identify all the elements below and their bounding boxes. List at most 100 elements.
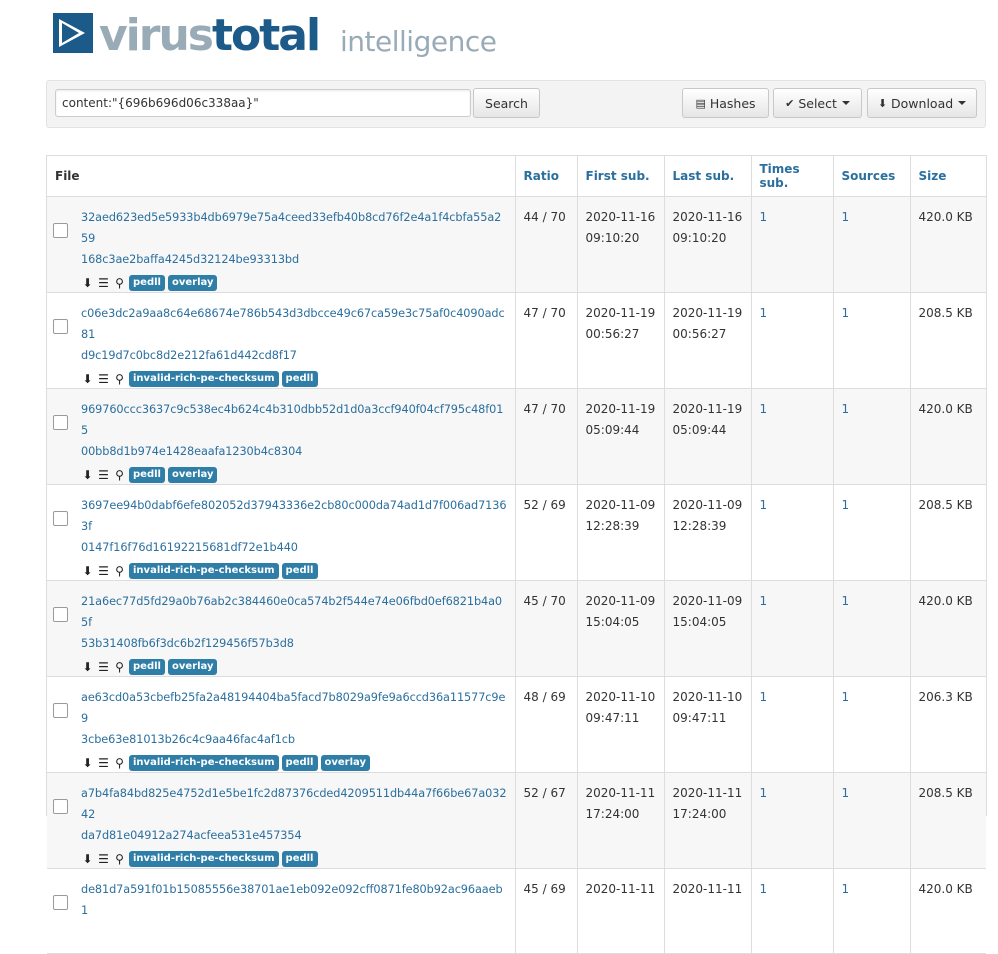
times-sub-link[interactable]: 1: [760, 207, 825, 228]
file-hash-link[interactable]: 3697ee94b0dabf6efe802052d37943336e2cb80c…: [81, 495, 507, 558]
file-size: 420.0 KB: [918, 593, 973, 608]
file-cell: a7b4fa84bd825e4752d1e5be1fc2d87376cded42…: [47, 772, 515, 869]
row-select-checkbox[interactable]: [53, 606, 68, 622]
size-cell: 208.5 KB: [909, 484, 986, 581]
search-icon[interactable]: ⚲: [113, 660, 126, 674]
tag-badge[interactable]: invalid-rich-pe-checksum: [129, 370, 279, 387]
times-sub-link[interactable]: 1: [760, 879, 825, 900]
search-icon[interactable]: ⚲: [113, 276, 126, 290]
file-hash-link[interactable]: ae63cd0a53cbefb25fa2a48194404ba5facd7b80…: [81, 687, 507, 750]
first-sub-cell: 2020-11-09 15:04:05: [576, 580, 664, 677]
file-hash-link[interactable]: de81d7a591f01b15085556e38701ae1eb092e092…: [81, 879, 507, 921]
list-icon[interactable]: ☰: [97, 372, 110, 386]
tag-badge[interactable]: overlay: [167, 466, 218, 483]
times-sub-link[interactable]: 1: [760, 399, 825, 420]
file-hash-link[interactable]: c06e3dc2a9aa8c64e68674e786b543d3dbcce49c…: [81, 303, 507, 366]
times-sub-link[interactable]: 1: [760, 687, 825, 708]
sources-link[interactable]: 1: [842, 591, 902, 612]
times-sub-cell: 1: [750, 868, 833, 954]
times-sub-link[interactable]: 1: [760, 303, 825, 324]
ratio-cell: 47 / 70: [514, 292, 577, 389]
sources-link[interactable]: 1: [842, 495, 902, 516]
search-icon[interactable]: ⚲: [113, 564, 126, 578]
row-select-checkbox[interactable]: [53, 222, 68, 238]
tag-badge[interactable]: pedll: [281, 370, 318, 387]
search-icon[interactable]: ⚲: [113, 756, 126, 770]
last-sub-cell: 2020-11-09 15:04:05: [663, 580, 751, 677]
first-sub-date: 2020-11-09: [585, 497, 656, 512]
file-hash-link[interactable]: 32aed623ed5e5933b4db6979e75a4ceed33efb40…: [81, 207, 507, 270]
search-icon[interactable]: ⚲: [113, 372, 126, 386]
list-icon[interactable]: ☰: [97, 660, 110, 674]
sources-link[interactable]: 1: [842, 303, 902, 324]
download-icon[interactable]: ⬇: [81, 372, 94, 386]
sources-link[interactable]: 1: [842, 207, 902, 228]
tag-badge[interactable]: pedll: [129, 466, 165, 483]
file-cell: 32aed623ed5e5933b4db6979e75a4ceed33efb40…: [47, 196, 515, 293]
tag-badge[interactable]: pedll: [129, 658, 165, 675]
column-header-sources[interactable]: Sources: [832, 156, 910, 197]
column-header-last-sub[interactable]: Last sub.: [663, 156, 751, 197]
search-icon[interactable]: ⚲: [113, 852, 126, 866]
first-sub-cell: 2020-11-19 00:56:27: [576, 292, 664, 389]
hashes-button[interactable]: ▤ Hashes: [682, 88, 769, 118]
list-icon[interactable]: ☰: [97, 468, 110, 482]
row-select-checkbox[interactable]: [53, 894, 68, 910]
download-icon[interactable]: ⬇: [81, 852, 94, 866]
download-dropdown-button[interactable]: ⬇ Download: [867, 88, 977, 118]
list-icon[interactable]: ☰: [97, 852, 110, 866]
times-sub-link[interactable]: 1: [760, 591, 825, 612]
tag-badge[interactable]: pedll: [281, 754, 318, 771]
column-header-times-sub[interactable]: Times sub.: [750, 156, 833, 197]
download-icon[interactable]: ⬇: [81, 276, 94, 290]
tag-badge[interactable]: overlay: [320, 754, 370, 771]
tag-badge[interactable]: overlay: [167, 274, 218, 291]
tag-badge[interactable]: invalid-rich-pe-checksum: [129, 850, 279, 867]
file-hash-link[interactable]: a7b4fa84bd825e4752d1e5be1fc2d87376cded42…: [81, 783, 507, 846]
search-icon[interactable]: ⚲: [113, 468, 126, 482]
column-header-first-sub[interactable]: First sub.: [576, 156, 664, 197]
row-select-checkbox[interactable]: [53, 702, 68, 718]
row-select-checkbox[interactable]: [53, 318, 68, 334]
tag-badge[interactable]: pedll: [129, 274, 165, 291]
row-select-checkbox[interactable]: [53, 798, 68, 814]
detection-ratio: 52 / 69: [523, 497, 566, 512]
search-button[interactable]: Search: [473, 88, 540, 118]
logo-virus-text: virus: [99, 10, 214, 61]
sources-cell: 1: [832, 580, 910, 677]
check-circle-icon: ✔: [785, 96, 795, 110]
column-header-size[interactable]: Size: [909, 156, 986, 197]
ratio-cell: 52 / 67: [514, 772, 577, 869]
list-icon[interactable]: ☰: [97, 564, 110, 578]
tag-badge[interactable]: invalid-rich-pe-checksum: [129, 754, 279, 771]
last-sub-time: 00:56:27: [672, 326, 727, 341]
download-icon[interactable]: ⬇: [81, 756, 94, 770]
tag-badge[interactable]: overlay: [167, 658, 218, 675]
sources-link[interactable]: 1: [842, 687, 902, 708]
select-dropdown-button[interactable]: ✔ Select: [773, 88, 862, 118]
virustotal-intelligence-logo[interactable]: virustotal intelligence: [53, 10, 513, 62]
file-hash-link[interactable]: 969760ccc3637c9c538ec4b624c4b310dbb52d1d…: [81, 399, 507, 462]
tag-badge[interactable]: invalid-rich-pe-checksum: [129, 562, 279, 579]
list-icon[interactable]: ☰: [97, 276, 110, 290]
sha256-text: 3697ee94b0dabf6efe802052d37943336e2cb80c…: [81, 498, 507, 533]
download-icon[interactable]: ⬇: [81, 660, 94, 674]
download-icon[interactable]: ⬇: [81, 564, 94, 578]
sources-link[interactable]: 1: [842, 783, 902, 804]
file-hash-link[interactable]: 21a6ec77d5fd29a0b76ab2c384460e0ca574b2f5…: [81, 591, 507, 654]
row-select-checkbox[interactable]: [53, 414, 68, 430]
search-input[interactable]: [55, 89, 471, 117]
column-header-ratio[interactable]: Ratio: [514, 156, 577, 197]
times-sub-link[interactable]: 1: [760, 783, 825, 804]
last-sub-time: 09:10:20: [672, 230, 727, 245]
list-icon[interactable]: ☰: [97, 756, 110, 770]
results-table: File Ratio First sub. Last sub. Times su…: [47, 156, 986, 954]
last-sub-date: 2020-11-09: [672, 593, 743, 608]
times-sub-link[interactable]: 1: [760, 495, 825, 516]
sources-link[interactable]: 1: [842, 399, 902, 420]
tag-badge[interactable]: pedll: [281, 562, 318, 579]
sources-link[interactable]: 1: [842, 879, 902, 900]
download-icon[interactable]: ⬇: [81, 468, 94, 482]
row-select-checkbox[interactable]: [53, 510, 68, 526]
tag-badge[interactable]: pedll: [281, 850, 318, 867]
